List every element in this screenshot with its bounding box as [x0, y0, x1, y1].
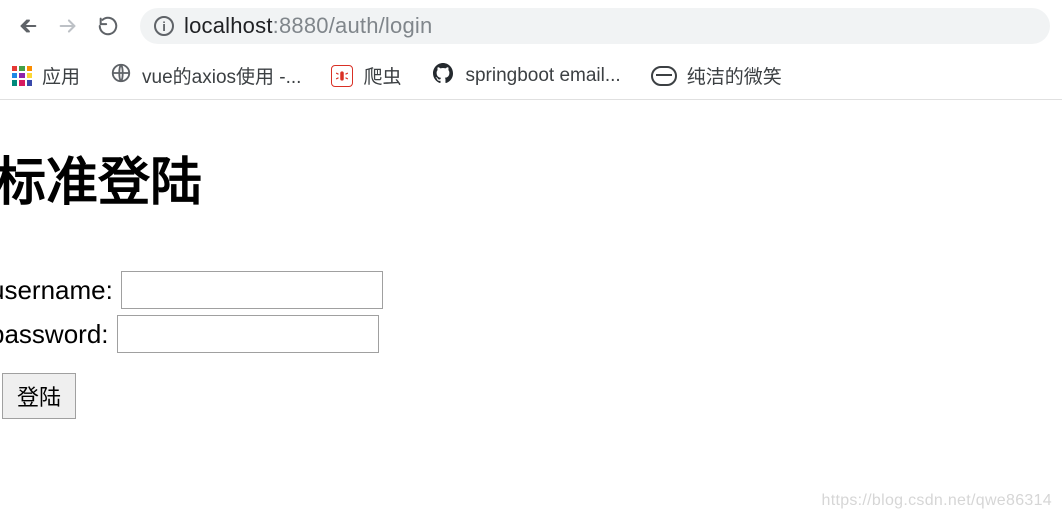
url-input[interactable]: i localhost:8880/auth/login: [140, 8, 1050, 44]
info-icon[interactable]: i: [154, 16, 174, 36]
login-button[interactable]: 登陆: [2, 373, 76, 419]
bookmark-label: 纯洁的微笑: [687, 62, 782, 89]
github-icon: [431, 61, 455, 91]
bookmark-label: 爬虫: [363, 62, 401, 89]
bookmark-springboot[interactable]: springboot email...: [431, 61, 620, 91]
url-text: localhost:8880/auth/login: [184, 13, 432, 39]
bug-icon: [331, 65, 353, 87]
url-host: localhost: [184, 13, 273, 38]
username-row: username:: [0, 271, 1062, 309]
smiley-icon: [651, 66, 677, 86]
bookmark-crawler[interactable]: 爬虫: [331, 62, 401, 89]
apps-grid-icon: [12, 66, 32, 86]
bookmark-pure-smile[interactable]: 纯洁的微笑: [651, 62, 782, 89]
bookmark-vue-axios[interactable]: vue的axios使用 -...: [110, 62, 301, 90]
reload-button[interactable]: [92, 10, 124, 42]
page-content: 标准登陆 username: password: 登陆: [0, 100, 1062, 419]
browser-address-bar: i localhost:8880/auth/login: [0, 0, 1062, 52]
bookmark-label: springboot email...: [465, 65, 620, 87]
password-label: password:: [0, 319, 109, 350]
arrow-left-icon: [17, 15, 39, 37]
forward-button[interactable]: [52, 10, 84, 42]
username-label: username:: [0, 275, 113, 306]
password-input[interactable]: [117, 315, 379, 353]
reload-icon: [97, 15, 119, 37]
globe-icon: [110, 62, 132, 90]
url-path: :8880/auth/login: [273, 13, 433, 38]
bookmark-label: vue的axios使用 -...: [142, 62, 301, 89]
page-title: 标准登陆: [0, 140, 1062, 215]
watermark-text: https://blog.csdn.net/qwe86314: [822, 492, 1053, 510]
password-row: password:: [0, 315, 1062, 353]
bookmark-apps[interactable]: 应用: [12, 62, 80, 89]
bookmark-label: 应用: [42, 62, 80, 89]
bookmarks-bar: 应用 vue的axios使用 -... 爬虫 springboot email.…: [0, 52, 1062, 100]
back-button[interactable]: [12, 10, 44, 42]
arrow-right-icon: [57, 15, 79, 37]
username-input[interactable]: [121, 271, 383, 309]
